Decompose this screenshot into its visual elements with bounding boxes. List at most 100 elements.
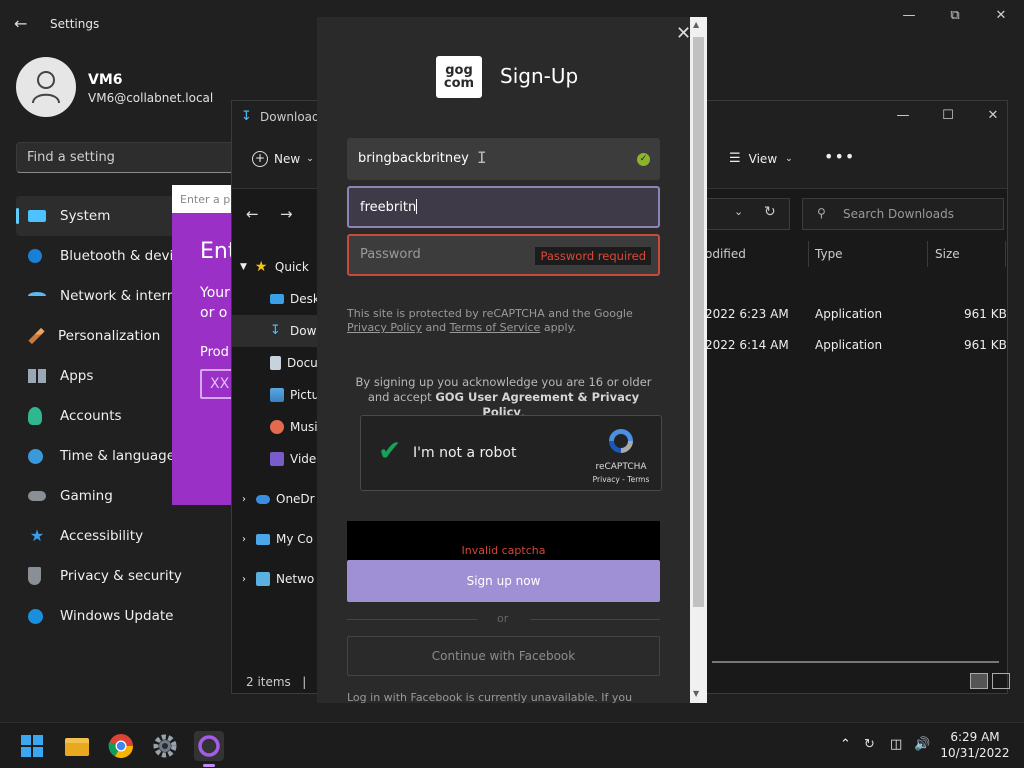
tree-item-pictures[interactable]: Pictu: [232, 379, 318, 411]
tree-item-label: Quick: [274, 260, 309, 274]
column-separator[interactable]: [1005, 241, 1006, 267]
volume-icon[interactable]: 🔊: [914, 737, 930, 752]
clock[interactable]: 6:29 AM 10/31/2022: [930, 729, 1020, 761]
sign-up-button[interactable]: Sign up now: [347, 560, 660, 602]
folder-icon: [65, 738, 89, 756]
settings-icon[interactable]: [150, 731, 180, 761]
product-key-dialog: Enter a pro Ent Your or o Prod XX: [172, 185, 236, 505]
more-options-button[interactable]: •••: [824, 147, 855, 166]
new-button-label: New: [274, 152, 301, 166]
avatar[interactable]: [16, 57, 76, 117]
continue-with-facebook-button[interactable]: Continue with Facebook: [347, 636, 660, 676]
tree-item-downloads[interactable]: ↧ Down: [232, 315, 318, 347]
restore-icon[interactable]: ⧉: [942, 8, 968, 26]
username-value: bringbackbritney: [358, 151, 469, 166]
captcha-checkmark-icon[interactable]: ✔: [378, 437, 401, 465]
details-view-icon[interactable]: [970, 673, 988, 689]
tree-item-label: Pictu: [290, 388, 318, 402]
back-arrow-icon[interactable]: ←: [246, 205, 259, 223]
scrollbar-thumb[interactable]: [693, 37, 704, 607]
chevron-down-icon: ⌄: [785, 153, 793, 164]
network-icon: [256, 572, 270, 586]
back-arrow-icon[interactable]: ←: [14, 14, 34, 34]
maximize-icon[interactable]: ☐: [935, 108, 961, 126]
minimize-icon[interactable]: —: [890, 108, 916, 126]
email-value: freebritn: [360, 200, 417, 215]
chevron-down-icon[interactable]: ⌄: [734, 205, 743, 218]
tree-item-music[interactable]: Musi: [232, 411, 318, 443]
recaptcha-notice: This site is protected by reCAPTCHA and …: [347, 307, 660, 335]
desktop-icon: [270, 294, 284, 304]
search-downloads-input[interactable]: ⚲ Search Downloads: [802, 198, 1004, 230]
file-explorer-icon[interactable]: [62, 731, 92, 761]
nav-item-privacy[interactable]: Privacy & security: [16, 556, 236, 596]
gog-logo: gog com: [436, 56, 482, 98]
tree-item-label: Down: [290, 324, 318, 338]
scroll-up-icon[interactable]: ▲: [693, 20, 699, 29]
galaxy-ring-icon: [198, 735, 220, 757]
tree-item-onedrive[interactable]: › OneDr: [232, 483, 318, 515]
row-type: Application: [815, 338, 883, 352]
find-setting-input[interactable]: Find a setting: [16, 142, 242, 173]
accessibility-icon: ★: [29, 526, 45, 545]
column-separator[interactable]: [927, 241, 928, 267]
tree-item-desktop[interactable]: Deskt: [232, 283, 318, 315]
column-size[interactable]: Size: [935, 247, 960, 261]
monitor-icon: [28, 210, 46, 222]
tree-item-quick-access[interactable]: ▼ ★ Quick: [232, 251, 318, 283]
close-icon[interactable]: ✕: [980, 108, 1006, 126]
column-type[interactable]: Type: [815, 247, 843, 261]
username-field[interactable]: bringbackbritney I ✓: [347, 138, 660, 180]
minimize-icon[interactable]: —: [896, 8, 922, 26]
vertical-scrollbar[interactable]: ▲ ▼: [690, 17, 707, 703]
tree-item-documents[interactable]: Docu: [232, 347, 318, 379]
email-field[interactable]: freebritn: [347, 186, 660, 228]
windows-start-icon[interactable]: [17, 731, 47, 761]
row-modified: 2022 6:14 AM: [705, 338, 789, 352]
tree-item-label: Netwo: [276, 572, 315, 586]
tree-item-network[interactable]: › Netwo: [232, 563, 318, 595]
recaptcha-notice-suffix: apply.: [540, 321, 577, 334]
sync-alert-icon[interactable]: ↻: [864, 737, 875, 752]
user-email: VM6@collabnet.local: [88, 91, 214, 105]
password-field[interactable]: Password Password required: [347, 234, 660, 276]
wifi-icon: [28, 292, 46, 300]
row-modified: 2022 6:23 AM: [705, 307, 789, 321]
tree-item-videos[interactable]: Video: [232, 443, 318, 475]
chrome-icon[interactable]: [106, 731, 136, 761]
gog-galaxy-icon[interactable]: [194, 731, 224, 767]
signup-heading: Sign-Up: [500, 64, 579, 88]
chevron-down-icon: ▼: [240, 262, 247, 272]
user-silhouette-icon: [32, 71, 60, 104]
forward-arrow-icon[interactable]: →: [280, 205, 293, 223]
privacy-policy-link[interactable]: Privacy Policy: [347, 321, 422, 334]
product-dialog-line1: Your: [200, 285, 230, 301]
nav-item-label: Windows Update: [60, 608, 174, 624]
star-icon: ★: [254, 259, 268, 275]
network-icon[interactable]: ◫: [890, 737, 902, 752]
terms-of-service-link[interactable]: Terms of Service: [450, 321, 541, 334]
product-dialog-search[interactable]: Enter a pro: [172, 185, 236, 213]
recaptcha-links[interactable]: Privacy - Terms: [579, 475, 663, 484]
music-icon: [270, 420, 284, 434]
chevron-up-icon[interactable]: ⌃: [840, 737, 851, 752]
nav-item-accessibility[interactable]: ★ Accessibility: [16, 516, 236, 556]
view-button[interactable]: ☰ View ⌄: [729, 151, 793, 166]
nav-item-windows-update[interactable]: Windows Update: [16, 596, 236, 636]
column-modified[interactable]: odified: [705, 247, 746, 261]
chevron-right-icon: ›: [242, 573, 246, 585]
close-icon[interactable]: ✕: [676, 23, 691, 44]
tree-item-label: Video: [290, 452, 318, 466]
horizontal-scrollbar[interactable]: [712, 661, 999, 663]
text-cursor-icon: I: [477, 148, 487, 167]
new-button[interactable]: + New ⌄: [252, 151, 314, 167]
refresh-icon[interactable]: ↻: [764, 204, 776, 220]
scroll-down-icon[interactable]: ▼: [693, 689, 699, 698]
column-separator[interactable]: [808, 241, 809, 267]
tiles-view-icon[interactable]: [992, 673, 1010, 689]
close-icon[interactable]: ✕: [988, 8, 1014, 26]
address-bar[interactable]: ⌄ ↻: [705, 198, 790, 230]
tree-item-my-computer[interactable]: › My Co: [232, 523, 318, 555]
product-key-label: Prod: [200, 345, 229, 360]
recaptcha-brand: reCAPTCHA: [595, 462, 647, 472]
